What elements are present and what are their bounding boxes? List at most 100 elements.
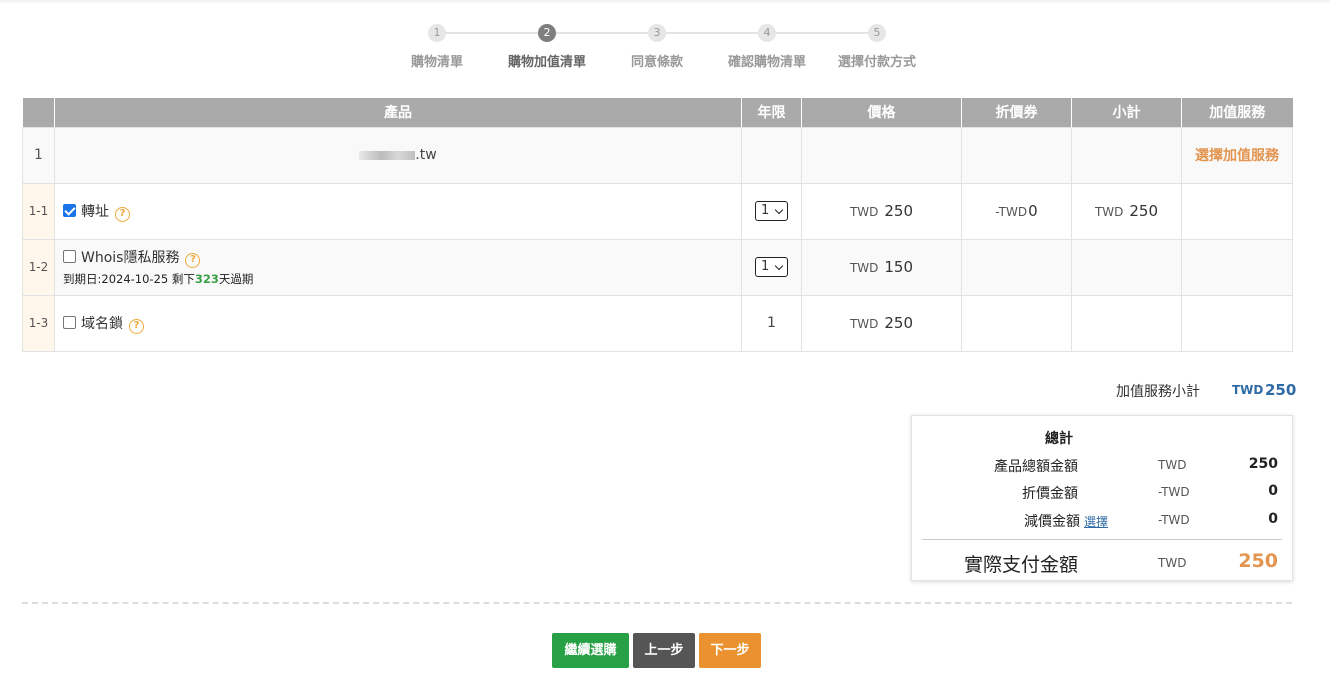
row-index: 1-2 xyxy=(22,238,55,296)
next-step-button[interactable]: 下一步 xyxy=(699,633,761,668)
expiry-prefix: 到期日:2024-10-25 剩下 xyxy=(63,272,195,286)
step-label: 確認購物清單 xyxy=(727,55,806,70)
dashed-divider xyxy=(22,602,1292,604)
step-number: 5 xyxy=(868,24,886,42)
step-2: 2 購物加值清單 xyxy=(492,24,602,70)
product-total-label: 產品總額金額 xyxy=(994,459,1078,475)
step-3: 3 同意條款 xyxy=(602,24,712,70)
reduction-label-group: 減價金額 選擇 xyxy=(1024,511,1108,531)
final-amount-row: 實際支付金額 TWD 250 xyxy=(912,550,1294,576)
header-years: 年限 xyxy=(741,98,802,127)
header-coupon: 折價券 xyxy=(961,98,1072,127)
table-row-domain: 1 .tw 選擇加值服務 xyxy=(22,126,1293,184)
cell-empty xyxy=(1071,238,1182,296)
help-icon[interactable]: ? xyxy=(115,206,130,222)
redirect-checkbox[interactable] xyxy=(63,203,76,217)
addon-subtotal-value: 250 xyxy=(1265,381,1297,399)
header-price: 價格 xyxy=(801,98,962,127)
cell-price: TWD 250 xyxy=(801,294,962,352)
cell-coupon: -TWD0 xyxy=(961,182,1072,240)
continue-shopping-button[interactable]: 繼續選購 xyxy=(552,633,629,668)
cell-empty xyxy=(1181,294,1293,352)
years-select[interactable]: 1 xyxy=(755,257,788,277)
step-label: 購物清單 xyxy=(410,55,463,70)
cell-empty xyxy=(961,126,1072,184)
cell-empty xyxy=(961,294,1072,352)
subtotal-value: 250 xyxy=(1129,202,1159,220)
help-icon[interactable]: ? xyxy=(185,253,201,268)
final-amount-currency: TWD xyxy=(1158,556,1187,570)
table-row: 1-3 域名鎖? 1 TWD 250 xyxy=(22,294,1293,352)
header-index xyxy=(22,98,55,127)
price-value: 150 xyxy=(884,258,914,276)
discount-value: 0 xyxy=(1268,483,1278,499)
addon-subtotal-currency: TWD xyxy=(1232,383,1264,397)
cell-empty xyxy=(741,126,802,184)
reduction-row: 減價金額 選擇 -TWD 0 xyxy=(912,511,1294,531)
service-name: 轉址 xyxy=(81,203,109,220)
cell-empty xyxy=(1181,182,1293,240)
product-total-currency: TWD xyxy=(1158,458,1187,472)
action-buttons: 繼續選購 上一步 下一步 xyxy=(0,633,1330,669)
cell-years: 1 xyxy=(741,182,802,240)
domain-suffix: .tw xyxy=(415,147,437,163)
coupon-value: 0 xyxy=(1028,202,1038,220)
prev-step-button[interactable]: 上一步 xyxy=(633,633,695,668)
cell-price: TWD 150 xyxy=(801,238,962,296)
table-row: 1-2 Whois隱私服務? 到期日:2024-10-25 剩下323天過期 1… xyxy=(22,238,1293,296)
currency: TWD xyxy=(849,205,879,219)
cell-empty xyxy=(1071,126,1182,184)
reduction-label: 減價金額 xyxy=(1023,514,1080,530)
cell-product: 轉址? xyxy=(54,182,742,240)
expiry-info: 到期日:2024-10-25 剩下323天過期 xyxy=(63,271,741,287)
redacted-domain xyxy=(359,150,416,160)
currency: -TWD xyxy=(995,205,1028,219)
domain-lock-checkbox[interactable] xyxy=(63,315,76,329)
step-number: 1 xyxy=(428,24,446,42)
cell-years: 1 xyxy=(741,294,802,352)
table-header-row: 產品 年限 價格 折價券 小計 加值服務 xyxy=(22,98,1293,127)
currency: TWD xyxy=(1094,205,1124,219)
final-amount-label: 實際支付金額 xyxy=(963,554,1078,576)
step-4: 4 確認購物清單 xyxy=(712,24,822,70)
currency: TWD xyxy=(849,261,879,275)
discount-row: 折價金額 -TWD 0 xyxy=(912,483,1294,503)
cell-price: TWD 250 xyxy=(801,182,962,240)
step-number: 3 xyxy=(648,24,666,42)
product-total-value: 250 xyxy=(1248,456,1278,472)
step-label: 同意條款 xyxy=(630,55,683,70)
select-addon-service-link[interactable]: 選擇加值服務 xyxy=(1195,148,1279,164)
years-value: 1 xyxy=(767,315,776,331)
expiry-days: 323 xyxy=(194,272,219,286)
expiry-suffix: 天過期 xyxy=(218,272,254,286)
header-subtotal: 小計 xyxy=(1071,98,1182,127)
whois-privacy-checkbox[interactable] xyxy=(63,250,76,263)
cell-subtotal: TWD 250 xyxy=(1071,182,1182,240)
header-addon: 加值服務 xyxy=(1181,98,1293,127)
step-5: 5 選擇付款方式 xyxy=(822,24,932,70)
help-icon[interactable]: ? xyxy=(129,318,144,334)
select-reduction-link[interactable]: 選擇 xyxy=(1084,515,1108,529)
final-amount-value: 250 xyxy=(1238,550,1278,572)
step-number: 4 xyxy=(758,24,776,42)
price-value: 250 xyxy=(884,202,914,220)
row-index: 1-1 xyxy=(22,182,55,240)
years-select[interactable]: 1 xyxy=(755,201,788,221)
discount-label: 折價金額 xyxy=(1022,486,1078,502)
row-index: 1-3 xyxy=(22,294,55,352)
step-1: 1 購物清單 xyxy=(382,24,492,70)
currency: TWD xyxy=(849,317,879,331)
cell-product: 域名鎖? xyxy=(54,294,742,352)
domain-name: .tw xyxy=(54,126,742,184)
service-name: Whois隱私服務 xyxy=(81,250,180,266)
addon-cart-table: 產品 年限 價格 折價券 小計 加值服務 1 .tw 選擇加值服務 1-1 轉址… xyxy=(22,98,1293,352)
product-total-row: 產品總額金額 TWD 250 xyxy=(912,456,1294,476)
step-number: 2 xyxy=(538,24,556,42)
totals-panel: 總計 產品總額金額 TWD 250 折價金額 -TWD 0 減價金額 選擇 -TW… xyxy=(911,415,1293,581)
step-label: 選擇付款方式 xyxy=(837,55,916,70)
discount-currency: -TWD xyxy=(1158,485,1190,499)
header-product: 產品 xyxy=(54,98,742,127)
step-label: 購物加值清單 xyxy=(507,55,586,70)
row-index: 1 xyxy=(22,126,55,184)
cell-addon: 選擇加值服務 xyxy=(1181,126,1293,184)
